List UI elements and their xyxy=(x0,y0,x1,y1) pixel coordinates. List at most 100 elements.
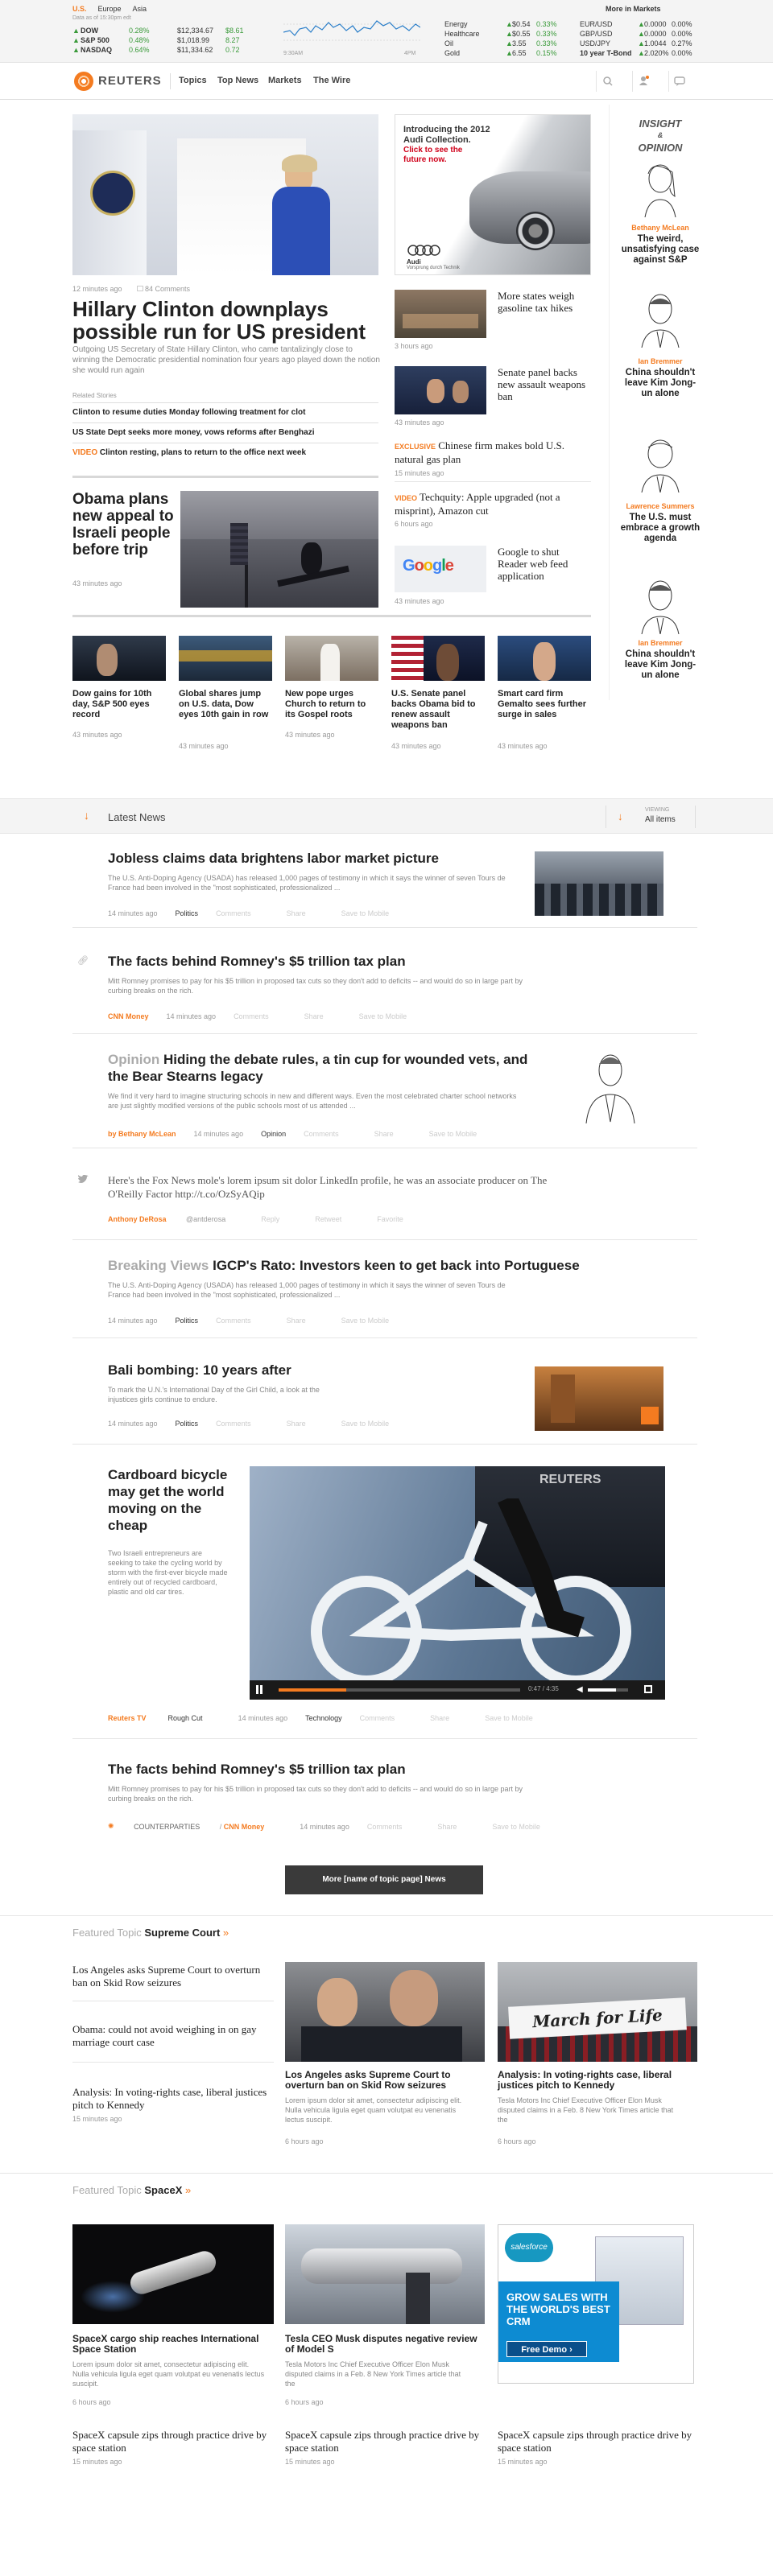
side-story-headline[interactable]: Senate panel backs new assault weapons b… xyxy=(498,366,591,402)
lead-story-headline[interactable]: Hillary Clinton downplays possible run f… xyxy=(72,298,382,343)
side-story-headline[interactable]: VIDEO Techquity: Apple upgraded (not a m… xyxy=(395,491,591,517)
index-row[interactable]: ▲ NASDAQ 0.64% $11,334.62 0.72 xyxy=(72,45,274,55)
topic-card-image[interactable]: March for Life xyxy=(498,1962,697,2062)
nav-topics[interactable]: Topics xyxy=(179,76,207,85)
topic-card-headline[interactable]: Tesla CEO Musk disputes negative review … xyxy=(285,2334,485,2355)
side-story-headline[interactable]: Google to shut Reader web feed applicati… xyxy=(498,546,591,582)
comments-button[interactable]: Comments xyxy=(234,1012,287,1020)
tweet-text[interactable]: Here's the Fox News mole's lorem ipsum s… xyxy=(108,1173,575,1201)
news-item[interactable]: Breaking Views IGCP's Rato: Investors ke… xyxy=(108,1257,665,1300)
volume-slider[interactable] xyxy=(588,1688,628,1692)
more-markets-link[interactable]: More in Markets xyxy=(606,5,661,13)
related-story[interactable]: US State Dept seeks more money, vows ref… xyxy=(72,422,378,443)
news-item-image[interactable] xyxy=(535,1366,663,1431)
currency-row[interactable]: 10 year T-Bond ▲ 2.020% 0.00% xyxy=(580,48,701,58)
topic-list-item[interactable]: Analysis: In voting-rights case, liberal… xyxy=(72,2086,274,2112)
strip-story-image[interactable] xyxy=(285,636,378,681)
share-button[interactable]: Share xyxy=(287,1317,324,1325)
news-headline[interactable]: The facts behind Romney's $5 trillion ta… xyxy=(108,1761,665,1778)
news-source[interactable]: Reuters TV xyxy=(108,1714,147,1722)
side-story-image[interactable] xyxy=(395,366,486,414)
news-byline[interactable]: by Bethany McLean xyxy=(108,1130,176,1138)
ad-cta[interactable]: Click to see the future now. xyxy=(403,146,484,165)
author-portrait[interactable] xyxy=(634,573,687,635)
topic-list-item[interactable]: Obama: could not avoid weighing in on ga… xyxy=(72,2023,274,2049)
save-to-mobile-button[interactable]: Save to Mobile xyxy=(492,1823,558,1831)
tweet-author[interactable]: Anthony DeRosa xyxy=(108,1215,167,1223)
fullscreen-icon[interactable] xyxy=(644,1685,652,1693)
save-to-mobile-button[interactable]: Save to Mobile xyxy=(485,1714,551,1722)
chat-button[interactable] xyxy=(668,71,689,92)
tab-asia[interactable]: Asia xyxy=(133,5,147,13)
share-button[interactable]: Share xyxy=(304,1012,341,1020)
topic-bottom-headline[interactable]: SpaceX capsule zips through practice dri… xyxy=(285,2429,486,2454)
related-story[interactable]: VIDEO Clinton resting, plans to return t… xyxy=(72,443,378,463)
second-story-image[interactable] xyxy=(180,491,378,608)
opinion-author[interactable]: Bethany McLean xyxy=(620,224,701,232)
nav-markets[interactable]: Markets xyxy=(268,76,302,85)
news-topic[interactable]: Politics xyxy=(176,1317,199,1325)
topic-card-image[interactable] xyxy=(285,1962,485,2062)
tab-europe[interactable]: Europe xyxy=(98,5,122,13)
video-player[interactable]: REUTERS 0:47 / 4:35 ◀ xyxy=(250,1466,665,1700)
strip-story-headline[interactable]: New pope urges Church to return to its G… xyxy=(285,689,378,720)
audi-ad[interactable]: Introducing the 2012 Audi Collection. Cl… xyxy=(395,114,591,275)
related-story[interactable]: Clinton to resume duties Monday followin… xyxy=(72,402,378,422)
lead-story-comments[interactable]: 84 Comments xyxy=(145,285,190,293)
second-story-headline[interactable]: Obama plans new appeal to Israeli people… xyxy=(72,491,176,558)
strip-story-headline[interactable]: Dow gains for 10th day, S&P 500 eyes rec… xyxy=(72,689,166,720)
news-topic[interactable]: Technology xyxy=(305,1714,342,1722)
topic-card-image[interactable] xyxy=(72,2224,274,2324)
news-source[interactable]: CNN Money xyxy=(108,1012,149,1020)
save-to-mobile-button[interactable]: Save to Mobile xyxy=(341,1317,407,1325)
opinion-title[interactable]: The U.S. must embrace a growth agenda xyxy=(620,513,701,544)
save-to-mobile-button[interactable]: Save to Mobile xyxy=(429,1130,495,1138)
retweet-button[interactable]: Retweet xyxy=(315,1215,359,1223)
news-topic[interactable]: Opinion xyxy=(261,1130,286,1138)
share-button[interactable]: Share xyxy=(437,1823,474,1831)
topic-card-headline[interactable]: SpaceX cargo ship reaches International … xyxy=(72,2334,274,2355)
account-button[interactable] xyxy=(632,71,653,92)
news-headline[interactable]: Breaking Views IGCP's Rato: Investors ke… xyxy=(108,1257,665,1274)
share-button[interactable]: Share xyxy=(430,1714,467,1722)
currency-row[interactable]: EUR/USD ▲ 0.0000 0.00% xyxy=(580,19,701,29)
google-reader-image[interactable]: Google xyxy=(395,546,486,592)
strip-story-headline[interactable]: Global shares jump on U.S. data, Dow eye… xyxy=(179,689,272,720)
strip-story-image[interactable] xyxy=(72,636,166,681)
comments-button[interactable]: Comments xyxy=(216,909,269,917)
topic-card-image[interactable] xyxy=(285,2224,485,2324)
strip-story-image[interactable] xyxy=(179,636,272,681)
news-headline[interactable]: The facts behind Romney's $5 trillion ta… xyxy=(108,953,665,970)
author-portrait[interactable] xyxy=(634,156,687,218)
index-row[interactable]: ▲ S&P 500 0.48% $1,018.99 8.27 xyxy=(72,35,274,45)
strip-story-image[interactable] xyxy=(498,636,591,681)
brand-name[interactable]: REUTERS xyxy=(98,74,162,88)
topic-bottom-headline[interactable]: SpaceX capsule zips through practice dri… xyxy=(498,2429,699,2454)
news-item[interactable]: The facts behind Romney's $5 trillion ta… xyxy=(108,1761,665,1803)
free-demo-button[interactable]: Free Demo › xyxy=(506,2341,587,2357)
save-to-mobile-button[interactable]: Save to Mobile xyxy=(359,1012,425,1020)
news-item[interactable]: The facts behind Romney's $5 trillion ta… xyxy=(108,953,665,995)
share-button[interactable]: Share xyxy=(374,1130,411,1138)
opinion-author[interactable]: Ian Bremmer xyxy=(620,639,701,647)
side-story-image[interactable] xyxy=(395,290,486,338)
reply-button[interactable]: Reply xyxy=(261,1215,297,1223)
strip-story-headline[interactable]: U.S. Senate panel backs Obama bid to ren… xyxy=(391,689,485,731)
author-portrait[interactable] xyxy=(580,1046,641,1124)
strip-story-image[interactable] xyxy=(391,636,485,681)
news-topic[interactable]: Politics xyxy=(176,909,199,917)
lead-story-image[interactable] xyxy=(72,114,378,275)
opinion-title[interactable]: The weird, unsatisfying case against S&P xyxy=(620,234,701,266)
share-button[interactable]: Share xyxy=(287,909,324,917)
topic-card-headline[interactable]: Analysis: In voting-rights case, liberal… xyxy=(498,2070,697,2091)
news-headline[interactable]: Jobless claims data brightens labor mark… xyxy=(108,850,527,867)
opinion-author[interactable]: Lawrence Summers xyxy=(620,502,701,510)
topic-card-headline[interactable]: Los Angeles asks Supreme Court to overtu… xyxy=(285,2070,485,2091)
save-to-mobile-button[interactable]: Save to Mobile xyxy=(341,1420,407,1428)
save-to-mobile-button[interactable]: Save to Mobile xyxy=(341,909,407,917)
sector-row[interactable]: Healthcare ▲ $0.55 0.33% xyxy=(444,29,557,39)
author-portrait[interactable] xyxy=(634,431,687,493)
opinion-author[interactable]: Ian Bremmer xyxy=(620,357,701,365)
strip-story-headline[interactable]: Smart card firm Gemalto sees further sur… xyxy=(498,689,591,720)
search-button[interactable] xyxy=(596,71,617,92)
